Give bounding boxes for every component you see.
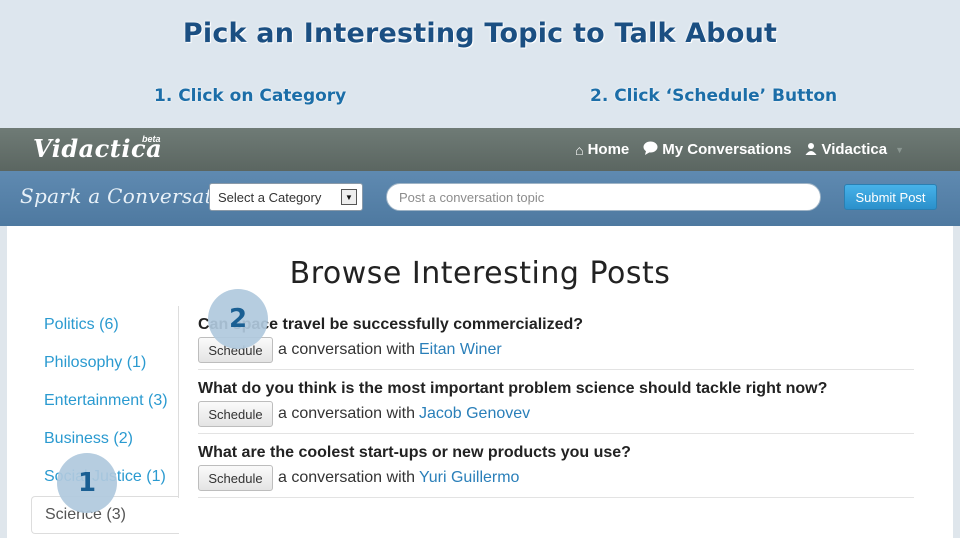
logo-beta-badge: beta bbox=[142, 134, 161, 144]
post-user-link[interactable]: Jacob Genovev bbox=[419, 405, 530, 423]
post-meta: Schedule a conversation with Eitan Winer bbox=[198, 337, 914, 363]
nav-conversations-label: My Conversations bbox=[662, 141, 792, 158]
category-divider bbox=[178, 306, 179, 498]
nav-user-menu[interactable]: Vidactica ▼ bbox=[805, 141, 904, 158]
nav-user-label: Vidactica bbox=[821, 141, 888, 158]
category-select[interactable]: Select a Category ▼ bbox=[209, 183, 363, 211]
topic-input[interactable] bbox=[386, 183, 821, 211]
home-icon: ⌂ bbox=[575, 141, 584, 158]
post-prefix: a conversation with bbox=[278, 469, 415, 486]
post-list: Can space travel be successfully commerc… bbox=[198, 306, 914, 498]
category-item-entertainment[interactable]: Entertainment (3) bbox=[31, 382, 179, 420]
top-navbar: Vidactica beta ⌂ Home My Conversations V… bbox=[0, 128, 960, 171]
post-question: What do you think is the most important … bbox=[198, 380, 828, 397]
submit-post-button[interactable]: Submit Post bbox=[844, 184, 937, 210]
tutorial-marker-1: 1 bbox=[57, 453, 117, 513]
category-item-philosophy[interactable]: Philosophy (1) bbox=[31, 344, 179, 382]
tutorial-step-1: 1. Click on Category bbox=[154, 86, 347, 106]
nav-links: ⌂ Home My Conversations Vidactica ▼ bbox=[575, 128, 904, 171]
post-prefix: a conversation with bbox=[278, 341, 415, 358]
post-meta: Schedule a conversation with Jacob Genov… bbox=[198, 401, 914, 427]
post-question: Can space travel be successfully commerc… bbox=[198, 316, 584, 333]
post-item: Can space travel be successfully commerc… bbox=[198, 306, 914, 370]
nav-conversations-link[interactable]: My Conversations bbox=[643, 141, 791, 158]
schedule-button[interactable]: Schedule bbox=[198, 401, 273, 427]
post-user-link[interactable]: Eitan Winer bbox=[419, 341, 502, 359]
post-item: What are the coolest start-ups or new pr… bbox=[198, 434, 914, 498]
tutorial-step-2: 2. Click ‘Schedule’ Button bbox=[590, 86, 838, 106]
tutorial-title: Pick an Interesting Topic to Talk About bbox=[182, 18, 778, 49]
category-item-politics[interactable]: Politics (6) bbox=[31, 306, 179, 344]
post-meta: Schedule a conversation with Yuri Guille… bbox=[198, 465, 914, 491]
chevron-down-icon: ▼ bbox=[895, 144, 904, 155]
tutorial-marker-2: 2 bbox=[208, 289, 268, 349]
user-icon bbox=[805, 142, 817, 158]
nav-home-link[interactable]: ⌂ Home bbox=[575, 141, 629, 158]
category-select-value: Select a Category bbox=[218, 189, 322, 205]
nav-home-label: Home bbox=[587, 141, 630, 158]
tutorial-banner: Pick an Interesting Topic to Talk About … bbox=[0, 0, 960, 128]
post-user-link[interactable]: Yuri Guillermo bbox=[419, 469, 519, 487]
post-item: What do you think is the most important … bbox=[198, 370, 914, 434]
category-item-business[interactable]: Business (2) bbox=[31, 420, 179, 458]
speech-bubble-icon bbox=[643, 141, 658, 158]
post-question: What are the coolest start-ups or new pr… bbox=[198, 444, 631, 461]
dropdown-arrow-icon: ▼ bbox=[341, 189, 357, 205]
post-prefix: a conversation with bbox=[278, 405, 415, 422]
page-title: Browse Interesting Posts bbox=[289, 256, 671, 291]
main-content: Browse Interesting Posts Politics (6) Ph… bbox=[7, 226, 953, 538]
schedule-button[interactable]: Schedule bbox=[198, 465, 273, 491]
